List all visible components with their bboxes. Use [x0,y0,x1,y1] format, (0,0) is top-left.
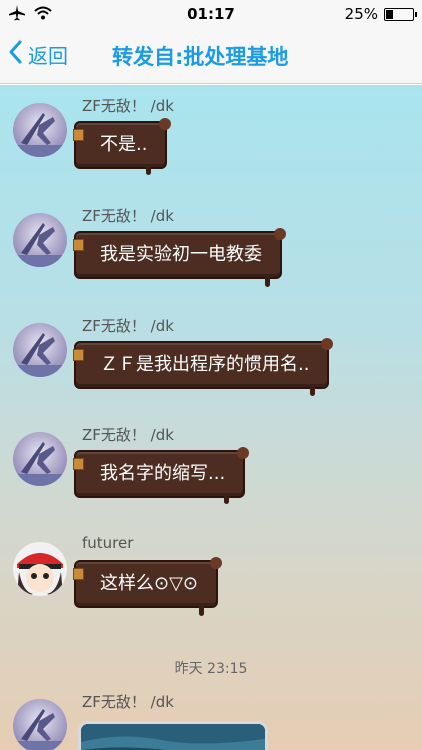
sender-name: ZF无敌！ /dk [82,97,174,115]
message-text: 不是.. [100,134,148,155]
bubble-drip [199,606,205,616]
avatar[interactable] [13,542,67,596]
message-bubble[interactable]: 我是实验初一电教委 [73,228,286,287]
avatar[interactable] [13,432,67,486]
sender-name: ZF无敌！ /dk [82,426,174,444]
page-title: 转发自:批处理基地 [112,45,289,69]
chevron-left-icon [8,40,28,69]
avatar[interactable] [13,103,67,157]
message-text: 这样么⊙▽⊙ [100,573,199,594]
battery-percent: 25% [344,5,378,23]
message-bubble[interactable]: 我名字的缩写... [72,447,250,504]
back-label: 返回 [28,44,68,68]
bubble-drip [224,496,230,504]
message-text: 我是实验初一电教委 [100,244,262,265]
nav-bar: 返回 转发自:批处理基地 [0,28,422,84]
battery-icon [384,7,417,21]
message-text: 我名字的缩写... [100,463,226,484]
message-bubble[interactable]: 不是.. [72,118,172,175]
sender-name: ZF无敌！ /dk [82,207,174,225]
chat-area[interactable]: ZF无敌！ /dk 不是.. ZF无敌！ /dk 我是实验初一电教委 ZF无敌！… [0,85,422,750]
bubble-drip [146,167,152,175]
avatar[interactable] [13,699,67,750]
bubble-drip [310,387,316,396]
message-text: ＺＦ是我出程序的惯用名.. [100,354,310,375]
status-bar: 01:17 25% [0,0,422,28]
back-button[interactable]: 返回 [8,40,68,69]
status-right: 25% [344,5,417,23]
image-message[interactable] [78,721,268,750]
avatar[interactable] [13,213,67,267]
battery-fill [386,9,393,19]
avatar[interactable] [13,323,67,377]
message-bubble[interactable]: ＺＦ是我出程序的惯用名.. [72,338,334,396]
sender-name: ZF无敌！ /dk [82,693,174,711]
sender-name: ZF无敌！ /dk [82,317,174,335]
image-preview [81,724,265,750]
sender-name: futurer [82,534,134,552]
message-bubble[interactable]: 这样么⊙▽⊙ [72,557,223,616]
bubble-drip [265,277,270,287]
timestamp: 昨天 23:15 [174,661,248,677]
